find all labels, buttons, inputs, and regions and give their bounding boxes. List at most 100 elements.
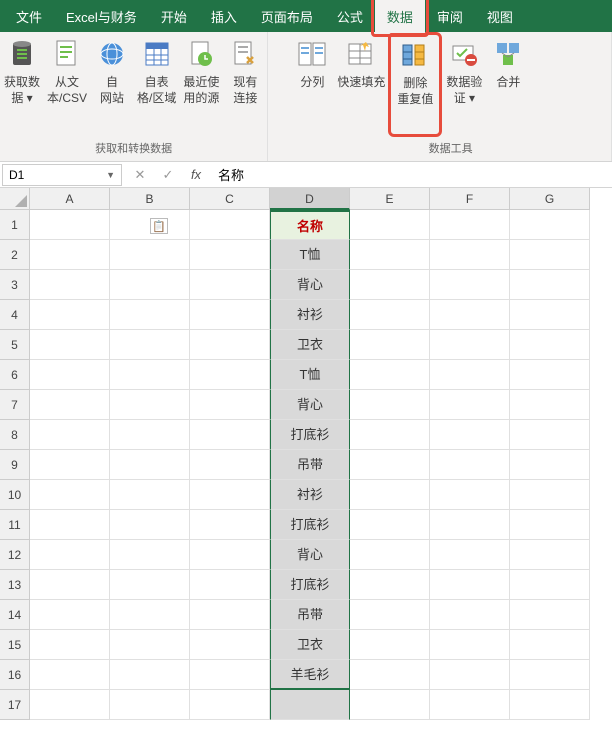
cell-B5[interactable] xyxy=(110,330,190,360)
cell-D2[interactable]: T恤 xyxy=(270,240,350,270)
row-header-14[interactable]: 14 xyxy=(0,600,30,630)
cell-E11[interactable] xyxy=(350,510,430,540)
cell-A15[interactable] xyxy=(30,630,110,660)
cell-F11[interactable] xyxy=(430,510,510,540)
col-header-F[interactable]: F xyxy=(430,188,510,210)
data-validation-button[interactable]: 数据验 证 ▾ xyxy=(442,32,486,137)
fx-icon[interactable]: fx xyxy=(182,167,210,182)
cell-A13[interactable] xyxy=(30,570,110,600)
cell-F16[interactable] xyxy=(430,660,510,690)
cell-D1[interactable]: 名称 xyxy=(270,210,350,240)
cell-E2[interactable] xyxy=(350,240,430,270)
cell-B10[interactable] xyxy=(110,480,190,510)
cell-D9[interactable]: 吊带 xyxy=(270,450,350,480)
menu-excel-finance[interactable]: Excel与财务 xyxy=(54,0,149,33)
cell-A10[interactable] xyxy=(30,480,110,510)
cell-G7[interactable] xyxy=(510,390,590,420)
cell-C15[interactable] xyxy=(190,630,270,660)
cell-F6[interactable] xyxy=(430,360,510,390)
cell-G13[interactable] xyxy=(510,570,590,600)
cell-A11[interactable] xyxy=(30,510,110,540)
row-header-2[interactable]: 2 xyxy=(0,240,30,270)
cell-F14[interactable] xyxy=(430,600,510,630)
cell-A9[interactable] xyxy=(30,450,110,480)
cell-G4[interactable] xyxy=(510,300,590,330)
row-header-15[interactable]: 15 xyxy=(0,630,30,660)
cell-F5[interactable] xyxy=(430,330,510,360)
col-header-A[interactable]: A xyxy=(30,188,110,210)
menu-formula[interactable]: 公式 xyxy=(325,0,375,33)
cell-G12[interactable] xyxy=(510,540,590,570)
cell-G11[interactable] xyxy=(510,510,590,540)
cell-A1[interactable] xyxy=(30,210,110,240)
cell-G9[interactable] xyxy=(510,450,590,480)
cell-C12[interactable] xyxy=(190,540,270,570)
cell-C13[interactable] xyxy=(190,570,270,600)
menu-page-layout[interactable]: 页面布局 xyxy=(249,0,325,33)
col-header-C[interactable]: C xyxy=(190,188,270,210)
menu-insert[interactable]: 插入 xyxy=(199,0,249,33)
menu-home[interactable]: 开始 xyxy=(149,0,199,33)
cell-B4[interactable] xyxy=(110,300,190,330)
enter-icon[interactable]: ✓ xyxy=(154,167,182,183)
cell-B11[interactable] xyxy=(110,510,190,540)
cell-F1[interactable] xyxy=(430,210,510,240)
formula-input[interactable] xyxy=(210,165,612,184)
row-header-9[interactable]: 9 xyxy=(0,450,30,480)
col-header-G[interactable]: G xyxy=(510,188,590,210)
cell-E3[interactable] xyxy=(350,270,430,300)
name-box[interactable]: D1 ▼ xyxy=(2,164,122,186)
cell-D3[interactable]: 背心 xyxy=(270,270,350,300)
cell-C11[interactable] xyxy=(190,510,270,540)
cell-A8[interactable] xyxy=(30,420,110,450)
select-all-button[interactable] xyxy=(0,188,30,210)
cell-G2[interactable] xyxy=(510,240,590,270)
cell-C3[interactable] xyxy=(190,270,270,300)
row-header-17[interactable]: 17 xyxy=(0,690,30,720)
cell-F15[interactable] xyxy=(430,630,510,660)
row-header-3[interactable]: 3 xyxy=(0,270,30,300)
cell-G14[interactable] xyxy=(510,600,590,630)
cell-D4[interactable]: 衬衫 xyxy=(270,300,350,330)
cell-G8[interactable] xyxy=(510,420,590,450)
cancel-icon[interactable]: ✕ xyxy=(126,167,154,183)
row-header-11[interactable]: 11 xyxy=(0,510,30,540)
cell-A6[interactable] xyxy=(30,360,110,390)
cell-C9[interactable] xyxy=(190,450,270,480)
cell-A5[interactable] xyxy=(30,330,110,360)
cell-B17[interactable] xyxy=(110,690,190,720)
row-header-10[interactable]: 10 xyxy=(0,480,30,510)
cell-E1[interactable] xyxy=(350,210,430,240)
cell-E9[interactable] xyxy=(350,450,430,480)
row-header-5[interactable]: 5 xyxy=(0,330,30,360)
cell-E6[interactable] xyxy=(350,360,430,390)
cell-F3[interactable] xyxy=(430,270,510,300)
cell-B3[interactable] xyxy=(110,270,190,300)
cell-F7[interactable] xyxy=(430,390,510,420)
cell-A3[interactable] xyxy=(30,270,110,300)
cell-D8[interactable]: 打底衫 xyxy=(270,420,350,450)
cell-F4[interactable] xyxy=(430,300,510,330)
cell-G16[interactable] xyxy=(510,660,590,690)
row-header-8[interactable]: 8 xyxy=(0,420,30,450)
cell-G17[interactable] xyxy=(510,690,590,720)
cell-C5[interactable] xyxy=(190,330,270,360)
cell-C8[interactable] xyxy=(190,420,270,450)
row-header-13[interactable]: 13 xyxy=(0,570,30,600)
menu-review[interactable]: 审阅 xyxy=(425,0,475,33)
cell-B15[interactable] xyxy=(110,630,190,660)
cell-E4[interactable] xyxy=(350,300,430,330)
row-header-6[interactable]: 6 xyxy=(0,360,30,390)
remove-duplicates-button[interactable]: 删除 重复值 xyxy=(388,32,442,137)
cell-G5[interactable] xyxy=(510,330,590,360)
cell-A7[interactable] xyxy=(30,390,110,420)
cell-E10[interactable] xyxy=(350,480,430,510)
recent-sources-button[interactable]: 最近使 用的源 xyxy=(179,32,223,137)
cell-G10[interactable] xyxy=(510,480,590,510)
cell-E17[interactable] xyxy=(350,690,430,720)
cell-E13[interactable] xyxy=(350,570,430,600)
cell-G3[interactable] xyxy=(510,270,590,300)
col-header-D[interactable]: D xyxy=(270,188,350,210)
cell-B12[interactable] xyxy=(110,540,190,570)
cell-B14[interactable] xyxy=(110,600,190,630)
